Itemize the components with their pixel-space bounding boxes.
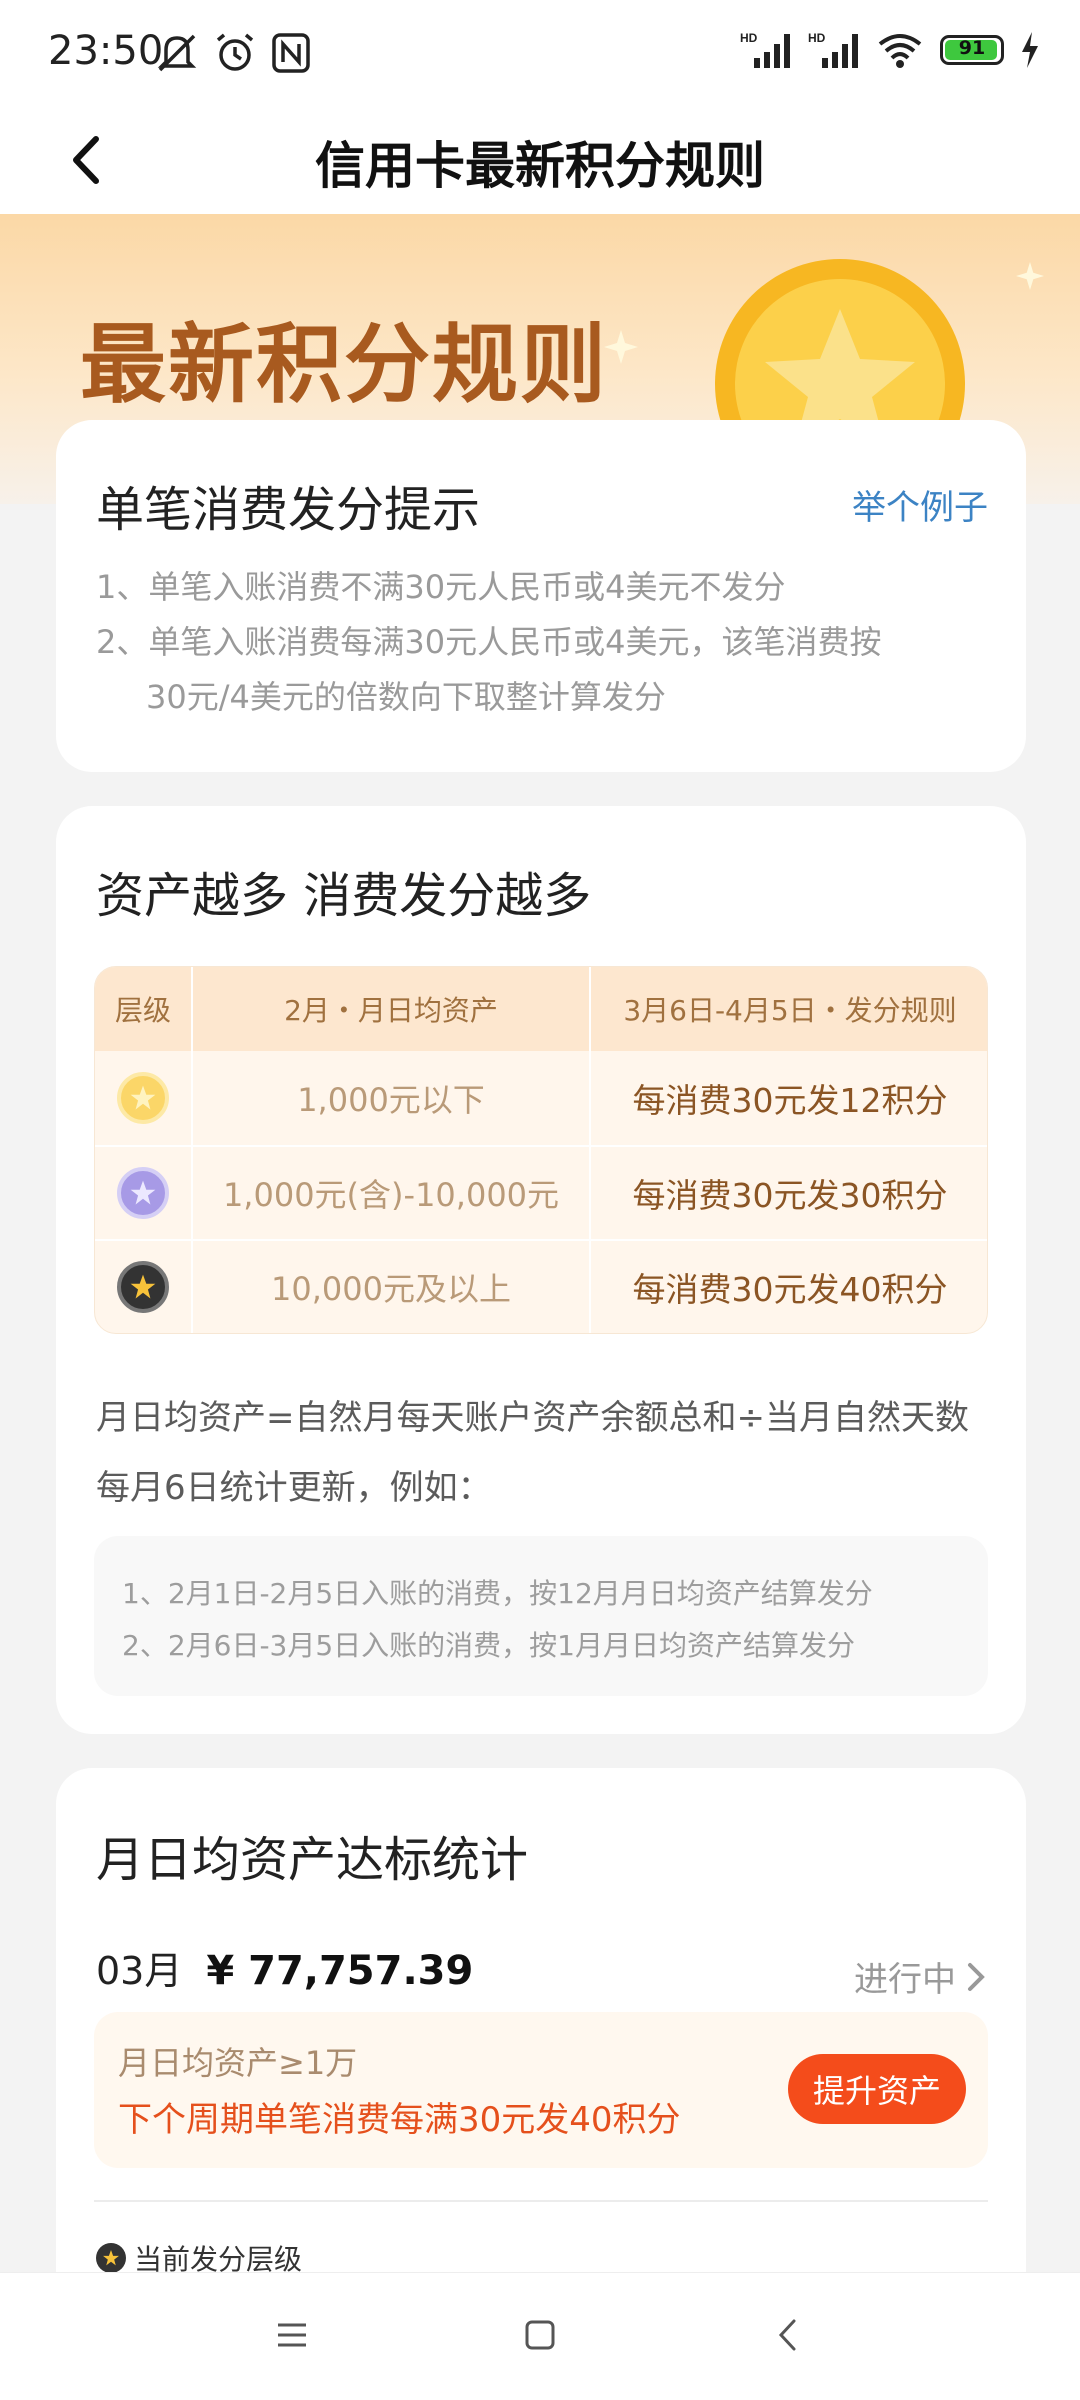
table-row: 1,000元(含)-10,000元 每消费30元发30积分 bbox=[95, 1145, 987, 1239]
black-star-icon bbox=[96, 2243, 126, 2273]
asset-stats-card: 月日均资产达标统计 03月 ¥ 77,757.39 进行中 月日均资产≥1万 下… bbox=[56, 1768, 1026, 2288]
asset-formula: 月日均资产=自然月每天账户资产余额总和÷当月自然天数 bbox=[96, 1398, 969, 1438]
table-header: 层级 2月・月日均资产 3月6日-4月5日・发分规则 bbox=[95, 967, 987, 1051]
table-row: 10,000元及以上 每消费30元发40积分 bbox=[95, 1239, 987, 1333]
promo-benefit: 下个周期单笔消费每满30元发40积分 bbox=[118, 2100, 681, 2140]
note-item: 1、2月1日-2月5日入账的消费，按12月月日均资产结算发分 bbox=[122, 1577, 873, 1610]
upgrade-promo: 月日均资产≥1万 下个周期单笔消费每满30元发40积分 提升资产 bbox=[94, 2012, 988, 2168]
black-star-icon bbox=[117, 1261, 169, 1313]
rule-cell: 每消费30元发12积分 bbox=[632, 1081, 948, 1120]
sparkle-icon bbox=[604, 330, 638, 364]
signal-hd-icon: HD bbox=[740, 31, 790, 68]
home-icon bbox=[525, 2320, 555, 2350]
rule-item: 2、单笔入账消费每满30元人民币或4美元，该笔消费按 bbox=[96, 623, 882, 661]
header-cell: 2月・月日均资产 bbox=[193, 967, 591, 1051]
sparkle-icon bbox=[1016, 262, 1044, 290]
card-title: 资产越多 消费发分越多 bbox=[96, 868, 592, 924]
rule-item: 30元/4美元的倍数向下取整计算发分 bbox=[146, 678, 666, 716]
menu-icon bbox=[278, 2323, 306, 2347]
status-link[interactable]: 进行中 bbox=[854, 1952, 986, 2001]
update-note: 每月6日统计更新，例如： bbox=[96, 1468, 492, 1508]
rule-item: 1、单笔入账消费不满30元人民币或4美元不发分 bbox=[96, 568, 786, 606]
table-row: 1,000元以下 每消费30元发12积分 bbox=[95, 1051, 987, 1145]
note-item: 2、2月6日-3月5日入账的消费，按1月月日均资产结算发分 bbox=[122, 1629, 855, 1662]
asset-cell: 1,000元(含)-10,000元 bbox=[193, 1147, 591, 1239]
tier-table: 层级 2月・月日均资产 3月6日-4月5日・发分规则 1,000元以下 每消费3… bbox=[94, 966, 988, 1334]
banner-title: 最新积分规则 bbox=[80, 315, 608, 415]
mute-icon bbox=[157, 34, 197, 72]
chevron-right-icon bbox=[968, 1962, 985, 1991]
battery-icon: 91 bbox=[940, 35, 1004, 65]
nav-back-button[interactable] bbox=[758, 2305, 818, 2365]
wifi-icon bbox=[878, 34, 922, 68]
asset-cell: 1,000元以下 bbox=[193, 1051, 591, 1145]
raise-assets-button[interactable]: 提升资产 bbox=[788, 2054, 966, 2124]
asset-cell: 10,000元及以上 bbox=[193, 1241, 591, 1333]
svg-text:HD: HD bbox=[808, 31, 826, 45]
status-bar: 23:50 HD HD 91 bbox=[0, 0, 1080, 108]
example-link[interactable]: 举个例子 bbox=[852, 480, 988, 529]
month-row: 03月 ¥ 77,757.39 bbox=[96, 1940, 473, 1995]
alarm-icon bbox=[216, 33, 254, 71]
signal-hd-icon: HD bbox=[808, 31, 858, 68]
header-cell: 3月6日-4月5日・发分规则 bbox=[623, 994, 957, 1027]
svg-text:HD: HD bbox=[740, 31, 758, 45]
asset-tier-card: 资产越多 消费发分越多 层级 2月・月日均资产 3月6日-4月5日・发分规则 1… bbox=[56, 806, 1026, 1734]
month-label: 03月 bbox=[96, 1949, 183, 1993]
status-text: 进行中 bbox=[854, 1960, 956, 2000]
gold-star-icon bbox=[117, 1072, 169, 1124]
battery-level: 91 bbox=[958, 37, 986, 59]
rule-cell: 每消费30元发40积分 bbox=[632, 1270, 948, 1309]
card-title: 月日均资产达标统计 bbox=[96, 1832, 529, 1888]
purple-star-icon bbox=[117, 1167, 169, 1219]
single-spend-rules-card: 单笔消费发分提示 举个例子 1、单笔入账消费不满30元人民币或4美元不发分 2、… bbox=[56, 420, 1026, 772]
header-cell: 层级 bbox=[95, 967, 193, 1051]
page: 23:50 HD HD 91 信用卡最新积分规则 最新积分规则 单笔消费发分提示… bbox=[0, 0, 1080, 2400]
menu-button[interactable] bbox=[262, 2305, 322, 2365]
asset-amount: ¥ 77,757.39 bbox=[206, 1948, 474, 1994]
promo-condition: 月日均资产≥1万 bbox=[118, 2044, 358, 2082]
home-button[interactable] bbox=[510, 2305, 570, 2365]
page-title: 信用卡最新积分规则 bbox=[315, 137, 765, 195]
rules-list: 1、单笔入账消费不满30元人民币或4美元不发分 2、单笔入账消费每满30元人民币… bbox=[96, 560, 986, 725]
status-right: HD HD 91 bbox=[740, 30, 1040, 70]
status-time: 23:50 bbox=[48, 28, 164, 74]
divider bbox=[94, 2200, 988, 2202]
nfc-icon bbox=[272, 33, 310, 73]
charging-icon bbox=[1022, 32, 1038, 68]
rule-cell: 每消费30元发30积分 bbox=[632, 1176, 948, 1215]
card-title: 单笔消费发分提示 bbox=[96, 482, 481, 538]
system-nav-bar bbox=[0, 2272, 1080, 2400]
back-icon bbox=[778, 2319, 796, 2351]
header: 信用卡最新积分规则 bbox=[0, 108, 1080, 214]
example-notes: 1、2月1日-2月5日入账的消费，按12月月日均资产结算发分 2、2月6日-3月… bbox=[94, 1536, 988, 1696]
